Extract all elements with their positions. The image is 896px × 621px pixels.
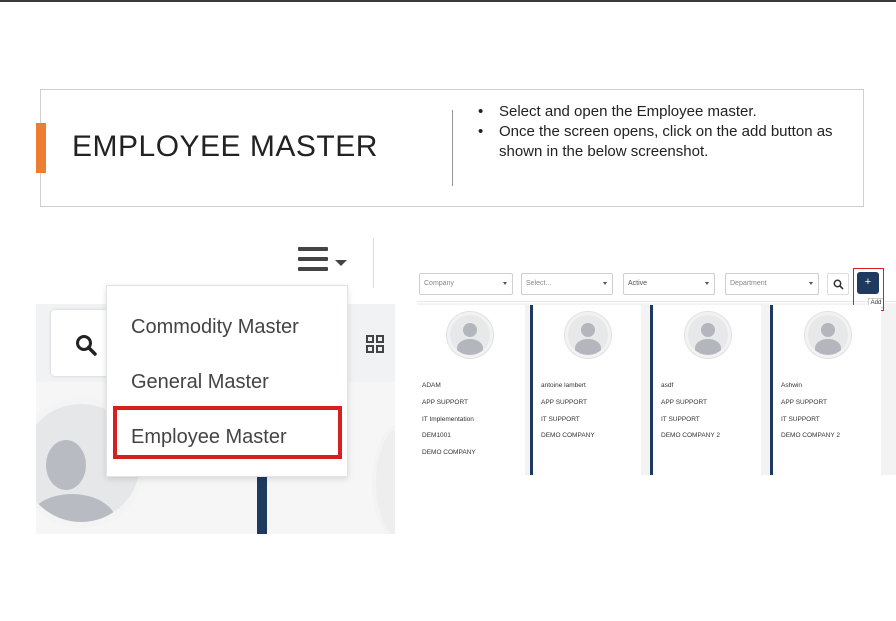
filter-bar: Company Select... Active Department + (417, 266, 896, 302)
instruction-item: • Select and open the Employee master. (478, 103, 757, 120)
avatar-icon (565, 312, 611, 358)
chevron-down-icon (705, 282, 709, 285)
employee-detail: DEMO COMPANY (422, 449, 476, 457)
status-select[interactable]: Active (623, 273, 715, 295)
department-select[interactable]: Department (725, 273, 819, 295)
chevron-down-icon (809, 282, 813, 285)
employee-detail: IT Implementation (422, 415, 474, 423)
employee-detail: DEMO COMPANY 2 (661, 432, 720, 440)
generic-select[interactable]: Select... (521, 273, 613, 295)
employee-detail: DEMO COMPANY 2 (781, 432, 840, 440)
search-button[interactable] (51, 310, 111, 376)
employee-name: Ashwin (781, 382, 802, 389)
employee-list-screenshot: Company Select... Active Department + Ad… (417, 266, 896, 475)
toolbar-divider (373, 238, 374, 288)
company-select[interactable]: Company (419, 273, 513, 295)
highlight-box (113, 406, 342, 459)
header-divider (452, 110, 453, 186)
chevron-down-icon (335, 260, 347, 266)
instruction-text: Select and open the Employee master. (499, 103, 757, 120)
top-rule (0, 0, 896, 2)
employee-name: asdf (661, 382, 674, 389)
instruction-list: • Select and open the Employee master. • O… (478, 102, 838, 162)
dropdown-menu: Commodity Master General Master Employee… (106, 285, 348, 477)
employee-card[interactable]: asdf APP SUPPORT IT SUPPORT DEMO COMPANY… (650, 305, 761, 475)
employee-card[interactable]: ADAM APP SUPPORT IT Implementation DEM10… (417, 305, 525, 475)
instruction-text: Once the screen opens, click on the add … (499, 123, 833, 160)
employee-name: antoine lambert (541, 382, 586, 389)
employee-detail: APP SUPPORT (661, 398, 707, 406)
card-accent (257, 476, 267, 534)
avatar-icon (447, 312, 493, 358)
search-icon (76, 335, 97, 356)
employee-detail: IT SUPPORT (781, 415, 820, 423)
employee-card[interactable]: Ashwin APP SUPPORT IT SUPPORT DEMO COMPA… (770, 305, 881, 475)
menu-item-commodity-master[interactable]: Commodity Master (131, 316, 299, 339)
employee-details: asdf APP SUPPORT IT SUPPORT DEMO COMPANY… (661, 378, 720, 445)
employee-detail: IT SUPPORT (661, 415, 700, 423)
employee-detail: DEM1001 (422, 432, 451, 440)
employee-details: Ashwin APP SUPPORT IT SUPPORT DEMO COMPA… (781, 378, 840, 445)
employee-details: antoine lambert APP SUPPORT IT SUPPORT D… (541, 378, 595, 445)
employee-detail: DEMO COMPANY (541, 432, 595, 440)
menu-screenshot: Commodity Master General Master Employee… (36, 238, 395, 534)
employee-detail: APP SUPPORT (781, 398, 827, 406)
employee-card[interactable]: antoine lambert APP SUPPORT IT SUPPORT D… (530, 305, 641, 475)
employee-detail: APP SUPPORT (541, 398, 587, 406)
avatar-icon (685, 312, 731, 358)
instruction-item: • Once the screen opens, click on the add… (478, 123, 833, 160)
grid-view-icon[interactable] (366, 335, 384, 353)
employee-details: ADAM APP SUPPORT IT Implementation DEM10… (422, 378, 476, 462)
hamburger-menu-icon[interactable] (298, 247, 328, 273)
chevron-down-icon (603, 282, 607, 285)
employee-detail: APP SUPPORT (422, 398, 468, 406)
chevron-down-icon (503, 282, 507, 285)
employee-detail: IT SUPPORT (541, 415, 580, 423)
avatar-icon (805, 312, 851, 358)
accent-bar (36, 123, 46, 173)
search-button[interactable] (827, 273, 849, 295)
search-icon (833, 279, 844, 290)
slide-title: EMPLOYEE MASTER (72, 130, 378, 163)
employee-name: ADAM (422, 382, 441, 389)
menu-item-general-master[interactable]: General Master (131, 371, 269, 394)
